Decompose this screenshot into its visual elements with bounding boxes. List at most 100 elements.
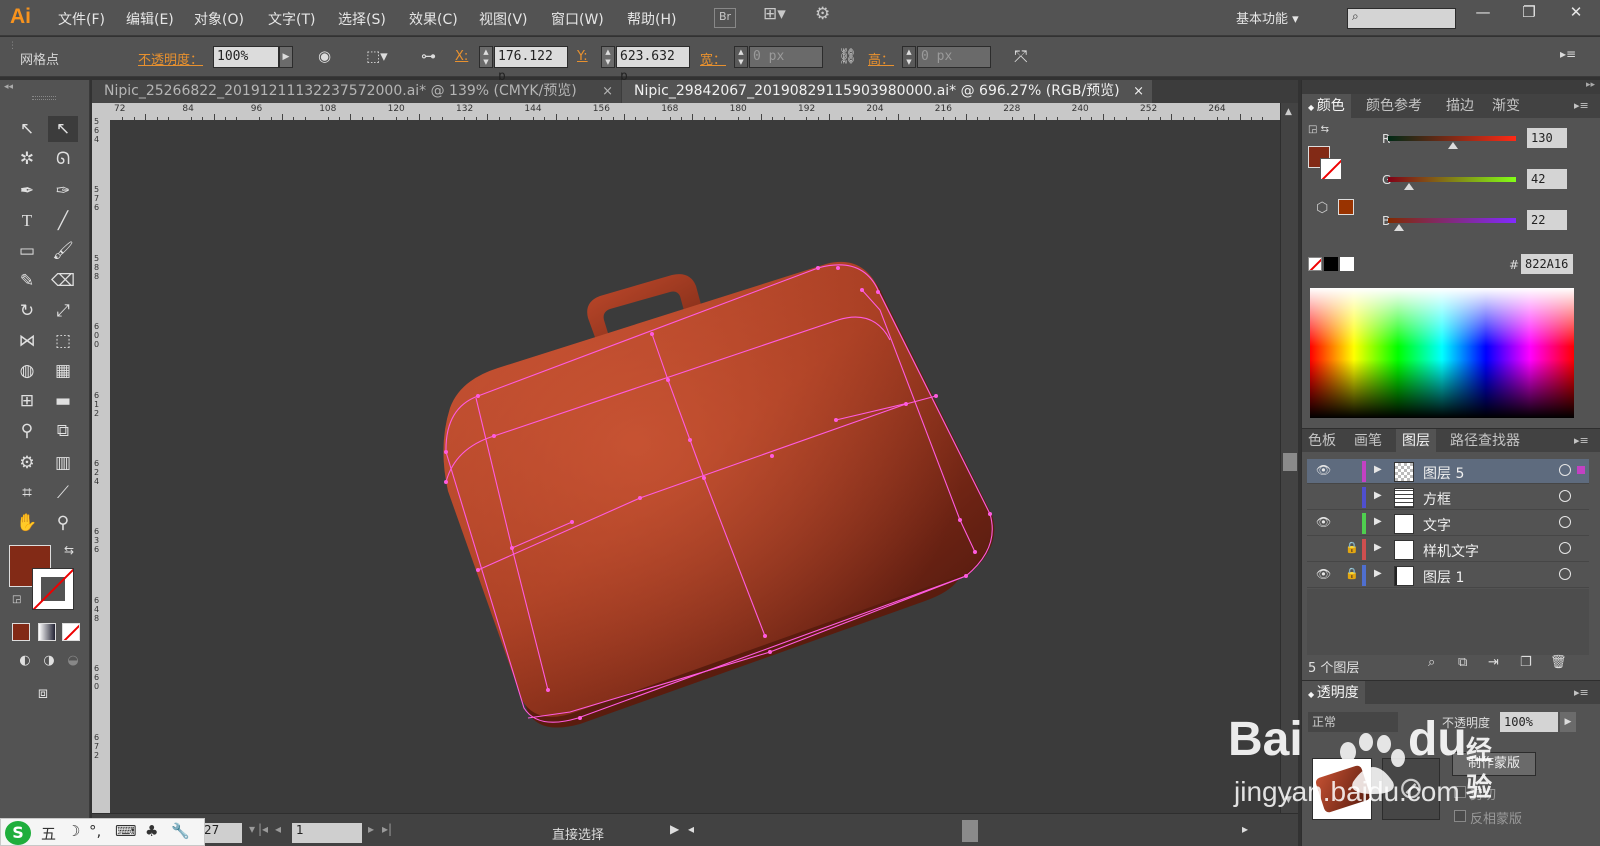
suitcase-artwork[interactable]	[110, 120, 1280, 813]
punctuation-icon[interactable]: °,	[89, 822, 101, 840]
keyboard-icon[interactable]: ⌨	[115, 822, 137, 840]
visibility-eye-icon[interactable]: 👁	[1316, 463, 1331, 477]
width-label[interactable]: 宽：	[700, 49, 726, 68]
menu-edit[interactable]: 编辑(E)	[126, 9, 174, 29]
none-swatch[interactable]	[1308, 257, 1322, 271]
width-field[interactable]: 0 px	[749, 46, 823, 68]
color-mode-icon[interactable]	[12, 623, 30, 641]
skin-icon[interactable]: ♣	[145, 822, 158, 840]
layers-empty-area[interactable]	[1307, 589, 1589, 655]
tab-pathfinder[interactable]: 路径查找器	[1444, 429, 1526, 453]
close-icon[interactable]: ×	[1133, 80, 1144, 103]
direct-selection-tool-icon[interactable]: ↖	[48, 116, 78, 142]
collapse-dock-icon[interactable]: ▸▸	[1586, 80, 1595, 90]
perspective-grid-tool-icon[interactable]: ▦	[48, 358, 78, 384]
panel-menu-icon[interactable]: ▸≡	[1568, 681, 1595, 705]
layer-row[interactable]: ▶ 方框	[1307, 485, 1589, 510]
bridge-button[interactable]: Br	[714, 8, 737, 28]
default-fill-stroke-icon[interactable]: ◲	[12, 594, 21, 605]
free-transform-tool-icon[interactable]: ⬚	[48, 328, 78, 354]
zoom-dropdown-icon[interactable]: ▾	[249, 822, 255, 836]
status-menu-icon[interactable]: ▶	[670, 822, 679, 836]
height-field[interactable]: 0 px	[917, 46, 991, 68]
vertical-scrollbar[interactable]: ▲ ▼	[1280, 103, 1298, 813]
layer-name[interactable]: 文字	[1423, 515, 1451, 535]
target-circle-icon[interactable]	[1559, 542, 1571, 554]
restore-button[interactable]: ❐	[1507, 3, 1551, 28]
transparency-opacity-field[interactable]: 100%	[1500, 712, 1558, 732]
menu-object[interactable]: 对象(O)	[194, 9, 244, 29]
scroll-right-icon[interactable]: ▸	[1242, 822, 1248, 836]
panel-menu-icon[interactable]: ▸≡	[1560, 47, 1576, 61]
artboard-tool-icon[interactable]: ⌗	[12, 480, 42, 506]
moon-icon[interactable]: ☽	[67, 822, 80, 840]
arrange-documents-icon[interactable]: ⊞▾	[763, 4, 786, 24]
gradient-mode-icon[interactable]	[38, 623, 56, 641]
layer-name[interactable]: 样机文字	[1423, 541, 1479, 561]
sogou-logo[interactable]: S	[5, 821, 31, 845]
opacity-dropdown-arrow-icon[interactable]: ▶	[279, 46, 293, 68]
scroll-left-icon[interactable]: ◂	[688, 822, 694, 836]
align-to-icon[interactable]: ⬚▾	[366, 47, 388, 65]
workspace-switcher[interactable]: 基本功能 ▾	[1236, 8, 1299, 27]
swap-fill-stroke-icon[interactable]: ⇆	[64, 543, 74, 557]
tab-color-guide[interactable]: 颜色参考	[1360, 94, 1428, 118]
zoom-tool-icon[interactable]: ⚲	[48, 510, 78, 536]
delete-layer-icon[interactable]: 🗑	[1550, 655, 1567, 670]
column-graph-tool-icon[interactable]: ▥	[48, 450, 78, 476]
g-value-field[interactable]: 42	[1527, 169, 1567, 189]
expand-arrow-icon[interactable]: ▶	[1374, 542, 1382, 553]
clip-checkbox[interactable]	[1454, 786, 1466, 798]
menu-help[interactable]: 帮助(H)	[627, 9, 676, 29]
layer-name[interactable]: 图层 5	[1423, 463, 1464, 483]
width-tool-icon[interactable]: ⋈	[12, 328, 42, 354]
menu-file[interactable]: 文件(F)	[58, 9, 105, 29]
lasso-tool-icon[interactable]: ᘏ	[48, 146, 78, 172]
artboard-canvas[interactable]	[110, 120, 1280, 813]
height-label[interactable]: 高：	[868, 49, 894, 68]
draw-inside-icon[interactable]: ◒	[58, 648, 88, 674]
make-clipping-mask-icon[interactable]: ⧉	[1458, 655, 1467, 670]
slice-tool-icon[interactable]: ⟋	[48, 480, 78, 506]
layer-row[interactable]: 👁 ▶ 图层 5	[1307, 459, 1589, 484]
tab-document-2[interactable]: Nipic_29842067_20190829115903980000.ai* …	[622, 80, 1152, 103]
panel-menu-icon[interactable]: ▸≡	[1568, 429, 1595, 453]
menu-select[interactable]: 选择(S)	[338, 9, 386, 29]
symbol-sprayer-tool-icon[interactable]: ⚙	[12, 450, 42, 476]
default-colors-icon[interactable]: ◲ ⇆	[1308, 124, 1329, 135]
target-circle-icon[interactable]	[1559, 568, 1571, 580]
mesh-tool-icon[interactable]: ⊞	[12, 388, 42, 414]
type-tool-icon[interactable]: T	[12, 208, 42, 234]
expand-arrow-icon[interactable]: ▶	[1374, 490, 1382, 501]
visibility-eye-icon[interactable]: 👁	[1316, 515, 1331, 529]
b-slider[interactable]	[1388, 218, 1516, 223]
opacity-arrow-icon[interactable]: ▶	[1560, 712, 1576, 732]
pencil-tool-icon[interactable]: ✎	[12, 268, 42, 294]
y-stepper[interactable]: ▲ ▼	[601, 46, 615, 68]
eyedropper-tool-icon[interactable]: ⚲	[12, 418, 42, 444]
tab-transparency[interactable]: ◆ 透明度	[1302, 681, 1365, 705]
out-of-gamut-icon[interactable]: ⬡	[1316, 200, 1328, 216]
paintbrush-tool-icon[interactable]: 🖌	[48, 238, 78, 264]
transform-icon[interactable]: ⤧	[1014, 47, 1028, 67]
tab-brushes[interactable]: 画笔	[1348, 429, 1388, 453]
pen-tool-icon[interactable]: ✒	[12, 178, 42, 204]
collapse-toolbox-icon[interactable]: ◂◂	[4, 82, 13, 92]
selection-tool-icon[interactable]: ↖	[12, 116, 42, 142]
last-artboard-icon[interactable]: ▸|	[382, 822, 392, 836]
ime-mode[interactable]: 五	[41, 823, 56, 844]
expand-arrow-icon[interactable]: ▶	[1374, 568, 1382, 579]
lock-icon[interactable]: 🔒	[1345, 541, 1359, 554]
magic-wand-tool-icon[interactable]: ✲	[12, 146, 42, 172]
b-slider-thumb[interactable]	[1394, 224, 1404, 231]
next-artboard-icon[interactable]: ▸	[368, 822, 374, 836]
prev-artboard-icon[interactable]: ◂	[275, 822, 281, 836]
curvature-tool-icon[interactable]: ✑	[48, 178, 78, 204]
toolbox-grip[interactable]	[32, 96, 56, 100]
layer-row[interactable]: 🔒 ▶ 样机文字	[1307, 537, 1589, 562]
tab-color[interactable]: ◆ 颜色	[1302, 94, 1351, 118]
close-button[interactable]: ✕	[1554, 3, 1598, 28]
tools-icon[interactable]: 🔧	[171, 822, 190, 840]
tab-layers[interactable]: 图层	[1396, 429, 1436, 453]
make-mask-button[interactable]: 制作蒙版	[1452, 752, 1536, 776]
